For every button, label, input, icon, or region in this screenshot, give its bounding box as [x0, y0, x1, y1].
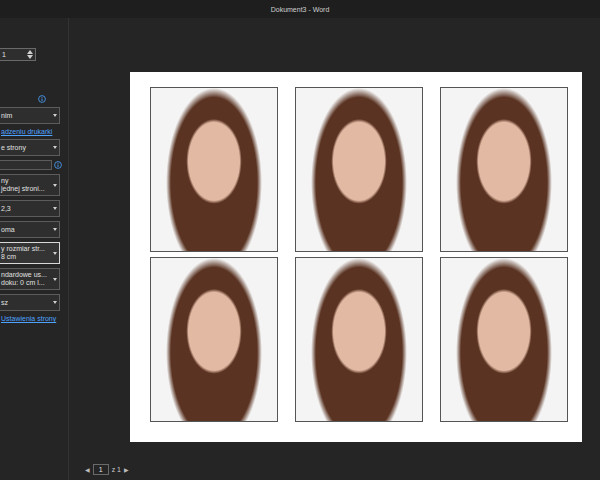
chevron-icon: [53, 146, 57, 149]
passport-photo: [295, 87, 423, 252]
dropdown-text: 2,3: [1, 205, 11, 213]
passport-photo: [150, 257, 278, 422]
page-count: z 1: [112, 466, 121, 473]
dropdown-text: y rozmiar str...: [1, 245, 45, 253]
settings-link[interactable]: ądzeniu drukarki: [0, 128, 68, 135]
preview-page: [130, 72, 582, 442]
settings-dropdown[interactable]: ndardowe us...doku: 0 cm l...: [0, 268, 60, 290]
settings-dropdown[interactable]: 2,3: [0, 200, 60, 217]
panel-divider: [68, 18, 69, 480]
dropdown-text: jednej stroni...: [1, 185, 45, 193]
settings-dropdown[interactable]: y rozmiar str...8 cm: [0, 242, 60, 264]
up-arrow-icon[interactable]: [27, 50, 33, 54]
pages-field[interactable]: [0, 160, 52, 170]
settings-link[interactable]: Ustawienia strony: [0, 315, 68, 322]
passport-photo: [440, 257, 568, 422]
settings-dropdown[interactable]: nyjednej stroni...: [0, 174, 60, 196]
dropdown-text: nim: [1, 112, 12, 120]
settings-dropdown[interactable]: oma: [0, 221, 60, 238]
next-page-button[interactable]: ▶: [124, 466, 129, 473]
chevron-icon: [53, 228, 57, 231]
chevron-icon: [53, 184, 57, 187]
dropdown-text: ny: [1, 177, 45, 185]
print-settings-panel: 1 nim ądzeniu drukarki e strony nyjednej …: [0, 18, 68, 480]
passport-photo: [440, 87, 568, 252]
passport-photo: [295, 257, 423, 422]
copies-value: 1: [2, 51, 6, 58]
chevron-icon: [53, 207, 57, 210]
chevron-icon: [53, 301, 57, 304]
dropdown-text: ndardowe us...: [1, 271, 47, 279]
dropdown-text: doku: 0 cm l...: [1, 279, 47, 287]
chevron-icon: [53, 114, 57, 117]
dropdown-text: oma: [1, 226, 15, 234]
settings-dropdown[interactable]: sz: [0, 294, 60, 311]
down-arrow-icon[interactable]: [27, 55, 33, 59]
settings-dropdown[interactable]: nim: [0, 107, 60, 124]
word-print-window: Dokument3 - Word 1 nim ądzeniu drukarki e…: [0, 0, 600, 480]
title-bar: Dokument3 - Word: [0, 0, 600, 18]
dropdown-text: e strony: [1, 144, 26, 152]
page-navigator: ◀ 1 z 1 ▶: [85, 464, 600, 475]
info-icon[interactable]: [54, 161, 62, 169]
copies-spinner[interactable]: 1: [0, 48, 36, 61]
window-title: Dokument3 - Word: [271, 6, 330, 13]
chevron-icon: [53, 278, 57, 281]
info-icon[interactable]: [38, 95, 46, 103]
prev-page-button[interactable]: ◀: [85, 466, 90, 473]
info-row: [0, 95, 68, 103]
page-number-field[interactable]: 1: [93, 464, 109, 475]
passport-photo: [150, 87, 278, 252]
dropdown-text: 8 cm: [1, 253, 45, 261]
settings-dropdown[interactable]: e strony: [0, 139, 60, 156]
dropdown-text: sz: [1, 299, 8, 307]
chevron-icon: [53, 252, 57, 255]
print-preview: ◀ 1 z 1 ▶: [69, 18, 600, 480]
